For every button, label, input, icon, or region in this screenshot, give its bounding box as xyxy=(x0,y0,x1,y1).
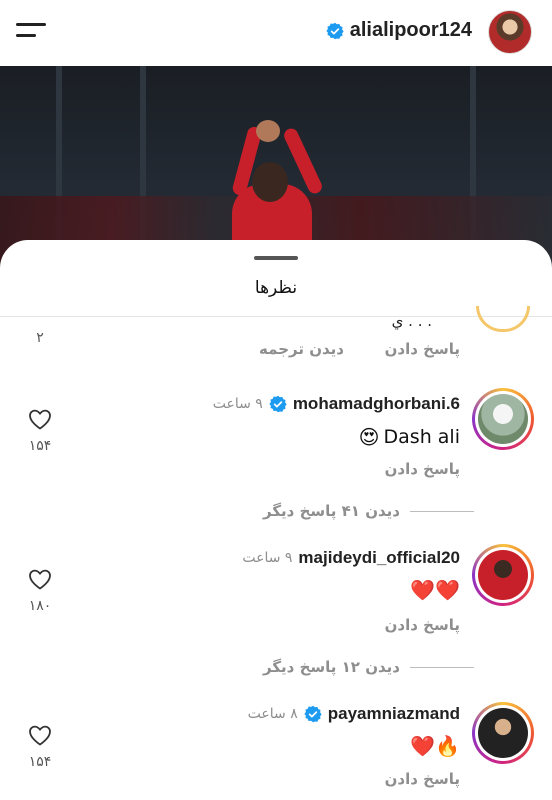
heart-icon[interactable] xyxy=(28,408,52,430)
comment-time: ۹ ساعت xyxy=(242,550,293,566)
profile-header[interactable]: alialipoor124 xyxy=(326,19,472,42)
comment-username[interactable]: majideydi_official20 xyxy=(298,548,460,568)
translate-button[interactable]: دیدن ترجمه xyxy=(259,340,344,358)
comment-body: Dash ali xyxy=(383,426,460,448)
reply-button[interactable]: پاسخ دادن xyxy=(385,770,460,788)
menu-icon[interactable] xyxy=(16,20,48,42)
view-more-replies[interactable]: دیدن ۱۲ پاسخ دیگر xyxy=(263,658,474,676)
like-count: ۲ xyxy=(36,330,44,346)
heart-icon[interactable] xyxy=(28,724,52,746)
avatar[interactable] xyxy=(472,702,534,764)
comments-sheet: نظرها ي . . . پاسخ دادن دیدن ترجمه ۲ ۹ س… xyxy=(0,240,552,800)
like-count-wrap: ۲ xyxy=(26,322,54,346)
like-button[interactable]: ۱۵۴ xyxy=(26,724,54,770)
like-count: ۱۵۴ xyxy=(28,754,52,770)
comment-emoji: 😍 xyxy=(358,425,380,449)
avatar[interactable] xyxy=(472,544,534,606)
avatar[interactable] xyxy=(476,306,530,332)
like-count: ۱۸۰ xyxy=(28,598,52,614)
reply-button[interactable]: پاسخ دادن xyxy=(385,616,460,634)
verified-icon xyxy=(269,395,287,413)
like-count: ۱۵۴ xyxy=(28,438,52,454)
divider xyxy=(0,316,552,317)
reply-divider xyxy=(410,666,474,668)
comment-emoji: ❤️🔥 xyxy=(410,734,460,758)
avatar[interactable] xyxy=(472,388,534,450)
profile-username[interactable]: alialipoor124 xyxy=(350,19,472,42)
comment-text: 😍 Dash ali xyxy=(359,426,460,448)
reply-button[interactable]: پاسخ دادن xyxy=(385,340,460,358)
comment-username[interactable]: ي . . . xyxy=(392,312,432,330)
comment-time: ۸ ساعت xyxy=(247,706,298,722)
comment-username[interactable]: payamniazmand xyxy=(328,704,460,724)
reply-divider xyxy=(410,510,474,512)
reply-button[interactable]: پاسخ دادن xyxy=(385,460,460,478)
drag-handle[interactable] xyxy=(254,256,298,260)
view-more-replies[interactable]: دیدن ۴۱ پاسخ دیگر xyxy=(263,502,474,520)
comment-text: ❤️❤️ xyxy=(410,580,460,600)
view-more-replies-label[interactable]: دیدن ۱۲ پاسخ دیگر xyxy=(263,658,400,676)
top-bar: alialipoor124 xyxy=(0,0,552,66)
heart-icon[interactable] xyxy=(28,568,52,590)
like-button[interactable]: ۱۵۴ xyxy=(26,408,54,454)
comment-username[interactable]: mohamadghorbani.6 xyxy=(293,394,460,414)
comment-text: ❤️🔥 xyxy=(410,736,460,756)
sheet-title: نظرها xyxy=(254,278,298,298)
view-more-replies-label[interactable]: دیدن ۴۱ پاسخ دیگر xyxy=(263,502,400,520)
comment-emoji: ❤️❤️ xyxy=(410,578,460,602)
profile-avatar[interactable] xyxy=(488,10,532,54)
comment-time: ۹ ساعت xyxy=(212,396,263,412)
verified-icon xyxy=(304,705,322,723)
like-button[interactable]: ۱۸۰ xyxy=(26,568,54,614)
verified-icon xyxy=(326,22,344,39)
